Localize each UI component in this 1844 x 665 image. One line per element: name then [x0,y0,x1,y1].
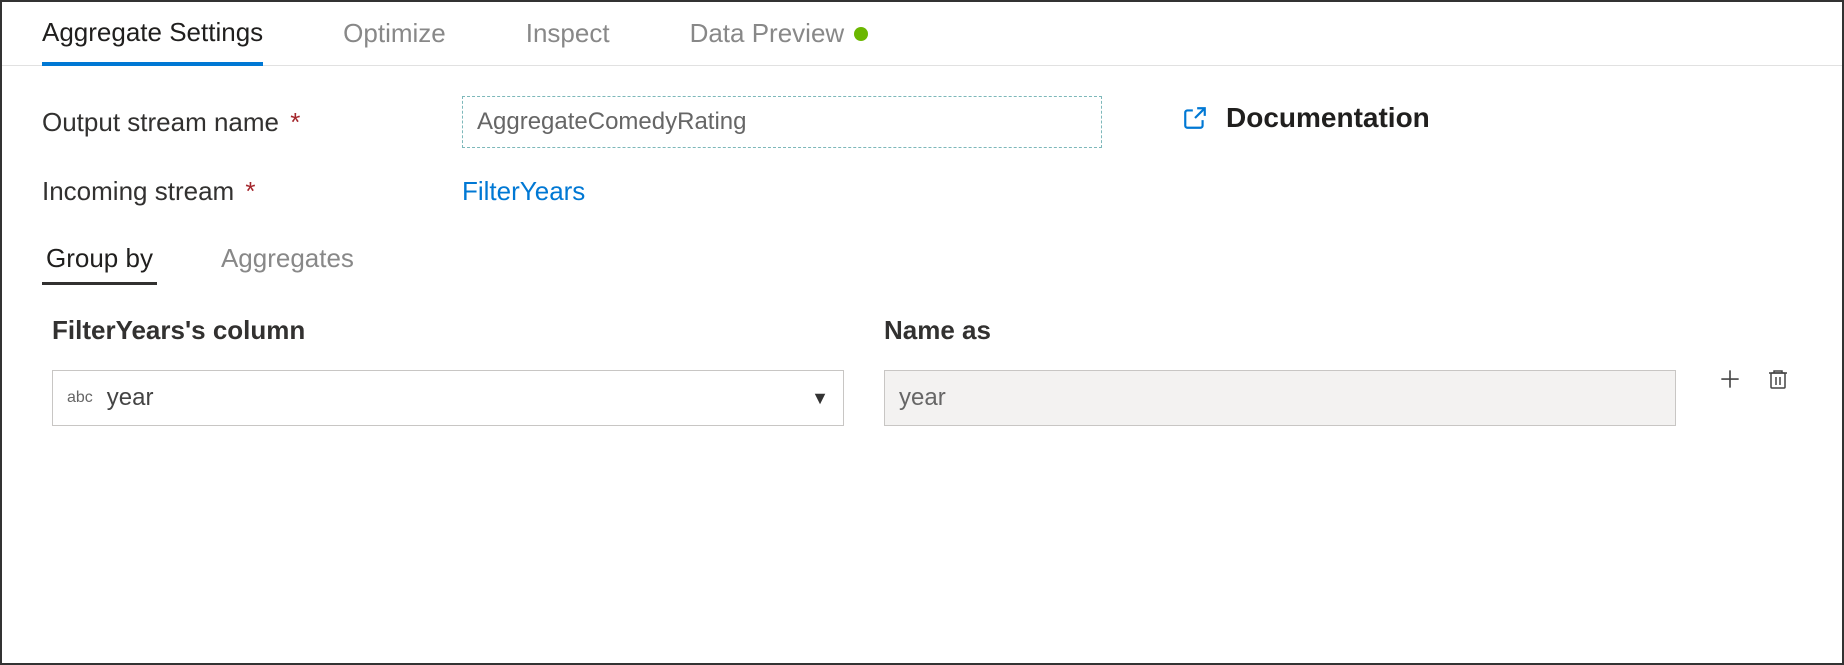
status-indicator-icon [854,27,868,41]
subtab-group-by[interactable]: Group by [42,235,157,285]
source-column-select[interactable]: abc year ▼ [52,370,844,426]
incoming-stream-text: Incoming stream [42,176,234,206]
output-stream-name-label: Output stream name * [42,107,462,138]
documentation-label: Documentation [1226,102,1430,134]
alias-column-header: Name as [884,315,1676,346]
external-link-icon [1182,105,1208,131]
documentation-link[interactable]: Documentation [1182,102,1430,134]
source-column-header: FilterYears's column [52,315,844,346]
tab-data-preview-label: Data Preview [690,18,845,49]
delete-row-button[interactable] [1764,365,1792,393]
required-asterisk: * [290,107,300,137]
source-column-value: year [107,384,811,412]
output-stream-name-input[interactable] [462,96,1102,148]
sub-tabs: Group by Aggregates [42,235,1842,285]
subtab-aggregates[interactable]: Aggregates [217,235,358,285]
output-stream-name-text: Output stream name [42,107,279,137]
required-asterisk: * [245,176,255,206]
tab-inspect[interactable]: Inspect [526,4,610,63]
tab-aggregate-settings[interactable]: Aggregate Settings [42,3,263,66]
alias-column-value: year [899,384,946,412]
chevron-down-icon: ▼ [811,388,829,409]
tab-optimize[interactable]: Optimize [343,4,446,63]
incoming-stream-link[interactable]: FilterYears [462,176,585,207]
top-tabs: Aggregate Settings Optimize Inspect Data… [2,2,1842,66]
alias-column-input[interactable]: year [884,370,1676,426]
tab-data-preview[interactable]: Data Preview [690,4,869,63]
add-row-button[interactable] [1716,365,1744,393]
incoming-stream-label: Incoming stream * [42,176,462,207]
column-type-icon: abc [67,389,93,407]
